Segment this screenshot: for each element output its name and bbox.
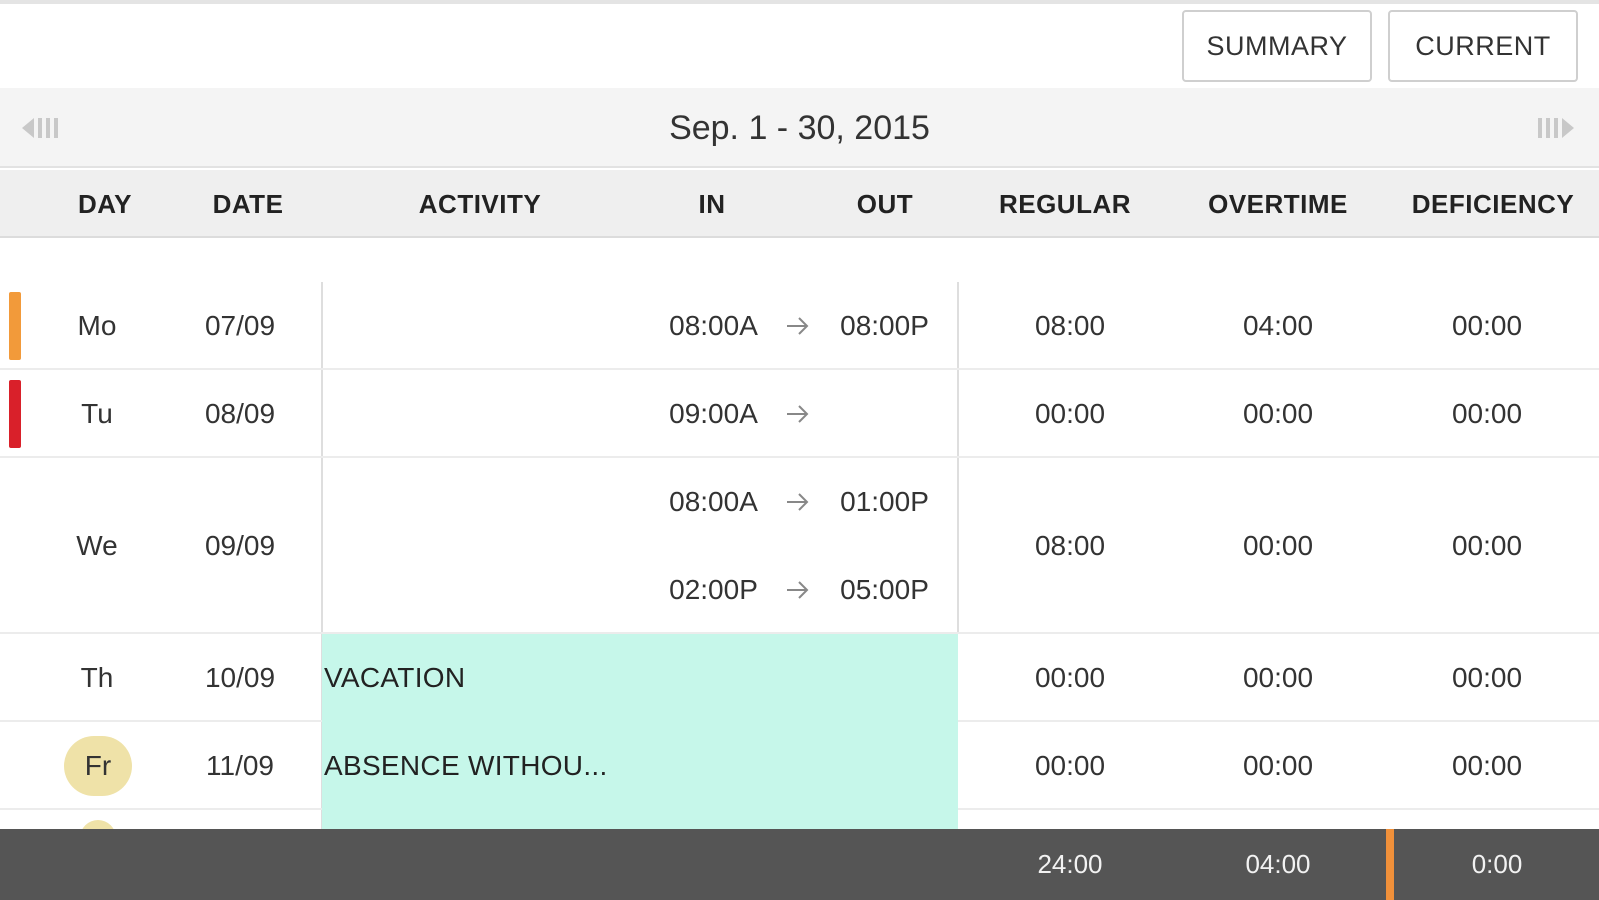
regular-cell: 08:00	[1034, 310, 1106, 341]
date-cell: 11/09	[206, 750, 274, 781]
header-out[interactable]: OUT	[840, 170, 930, 238]
table-row[interactable]: Fr 11/09 ABSENCE WITHOU... 00:00 00:00 0…	[0, 722, 1599, 810]
punch-out-time[interactable]: 08:00P	[822, 282, 947, 370]
day-cell: Mo	[77, 310, 117, 341]
header-date[interactable]: DATE	[198, 170, 298, 238]
today-badge: Fr	[64, 736, 132, 796]
overtime-cell: 00:00	[1242, 662, 1314, 693]
arrow-right-icon	[782, 458, 814, 546]
table-row[interactable]: Mo 07/09 08:00A 08:00P 08:00 04:00 00:00	[0, 282, 1599, 370]
prev-period-icon[interactable]	[20, 108, 66, 148]
header-activity[interactable]: ACTIVITY	[400, 170, 560, 238]
regular-cell: 00:00	[1034, 750, 1106, 781]
top-edge	[0, 0, 1599, 4]
punch-in-time[interactable]: 08:00A	[651, 282, 776, 370]
regular-cell: 08:00	[1034, 530, 1106, 561]
activity-cell-partial	[322, 810, 958, 829]
regular-cell: 00:00	[1034, 398, 1106, 429]
footer-divider	[1386, 829, 1394, 900]
summary-button[interactable]: SUMMARY	[1182, 10, 1372, 82]
header-overtime[interactable]: OVERTIME	[1193, 170, 1363, 238]
header-deficiency[interactable]: DEFICIENCY	[1398, 170, 1588, 238]
totals-footer: 24:00 04:00 0:00	[0, 829, 1599, 900]
activity-cell[interactable]: VACATION	[322, 634, 958, 722]
deficiency-cell: 00:00	[1451, 662, 1523, 693]
total-deficiency: 0:00	[1471, 849, 1523, 879]
overtime-cell: 00:00	[1242, 530, 1314, 561]
activity-cell[interactable]: ABSENCE WITHOU...	[322, 722, 958, 810]
total-regular: 24:00	[1037, 849, 1103, 879]
table-row-partial[interactable]	[0, 810, 1599, 838]
overtime-cell: 00:00	[1242, 398, 1314, 429]
date-cell: 08/09	[204, 398, 276, 429]
next-period-icon[interactable]	[1532, 108, 1578, 148]
deficiency-cell: 00:00	[1451, 310, 1523, 341]
header-in[interactable]: IN	[672, 170, 752, 238]
punch-in-time[interactable]: 02:00P	[651, 546, 776, 634]
date-cell: 09/09	[204, 530, 276, 561]
punch-out-time[interactable]	[822, 370, 947, 458]
table-row[interactable]: Tu 08/09 09:00A 00:00 00:00 00:00	[0, 370, 1599, 458]
arrow-right-icon	[782, 370, 814, 458]
punch-in-time[interactable]: 09:00A	[651, 370, 776, 458]
header-regular[interactable]: REGULAR	[985, 170, 1145, 238]
punch-in-time[interactable]: 08:00A	[651, 458, 776, 546]
day-cell: Tu	[81, 398, 113, 429]
day-cell: Th	[80, 662, 114, 693]
punch-out-time[interactable]: 01:00P	[822, 458, 947, 546]
table-row[interactable]: Th 10/09 VACATION 00:00 00:00 00:00	[0, 634, 1599, 722]
day-cell: We	[76, 530, 118, 561]
deficiency-cell: 00:00	[1451, 530, 1523, 561]
header-day[interactable]: DAY	[55, 170, 155, 238]
arrow-right-icon	[782, 546, 814, 634]
total-overtime: 04:00	[1245, 849, 1311, 879]
table-row[interactable]: We 09/09 08:00A 01:00P 02:00P 05:00P 08:…	[0, 458, 1599, 634]
date-cell: 10/09	[204, 662, 276, 693]
deficiency-cell: 00:00	[1451, 750, 1523, 781]
deficiency-cell: 00:00	[1451, 398, 1523, 429]
overtime-cell: 04:00	[1242, 310, 1314, 341]
regular-cell: 00:00	[1034, 662, 1106, 693]
date-cell: 07/09	[204, 310, 276, 341]
overtime-cell: 00:00	[1242, 750, 1314, 781]
status-flag-orange	[9, 292, 21, 360]
period-navigator: Sep. 1 - 30, 2015	[0, 88, 1599, 168]
period-label: Sep. 1 - 30, 2015	[669, 108, 930, 147]
status-flag-red	[9, 380, 21, 448]
arrow-right-icon	[782, 282, 814, 370]
table-header: DAY DATE ACTIVITY IN OUT REGULAR OVERTIM…	[0, 170, 1599, 238]
punch-out-time[interactable]: 05:00P	[822, 546, 947, 634]
current-button[interactable]: CURRENT	[1388, 10, 1578, 82]
